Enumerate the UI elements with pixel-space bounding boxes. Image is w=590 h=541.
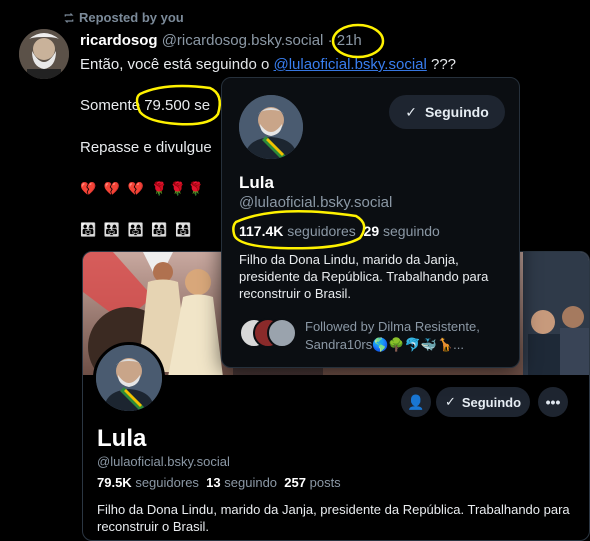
post-line-3: Repasse e divulgue: [80, 139, 212, 156]
post-header: ricardosog @ricardosog.bsky.social · 21h: [80, 32, 362, 49]
emoji-row-families: 👨‍👩‍👧 👨‍👩‍👧 👨‍👩‍👧 👨‍👩‍👧 👨‍👩‍👧: [80, 222, 194, 237]
followed-by-avatars: [239, 318, 297, 348]
profile-hover-card: ✓ Seguindo Lula @lulaoficial.bsky.social…: [221, 77, 520, 368]
check-icon: ✓: [444, 394, 456, 409]
more-options-button[interactable]: •••: [538, 387, 568, 417]
card-profile-bio: Filho da Dona Lindu, marido da Janja, pr…: [97, 502, 570, 534]
post-line1-prefix: Então, você está seguindo o: [80, 56, 270, 73]
card-following-label: Seguindo: [461, 394, 522, 410]
post-time[interactable]: 21h: [337, 32, 362, 49]
followed-by-line-2: Sandra10rs🌎🌳🐬🐳🦒...: [305, 337, 464, 352]
popup-profile-name[interactable]: Lula: [239, 173, 274, 193]
add-to-list-button[interactable]: 👤: [401, 387, 431, 417]
popup-profile-handle[interactable]: @lulaoficial.bsky.social: [239, 194, 392, 211]
ellipsis-icon: •••: [545, 394, 561, 410]
card-following-count[interactable]: 13: [206, 475, 220, 490]
repost-icon: [64, 12, 74, 23]
card-following-text[interactable]: seguindo: [224, 475, 277, 490]
popup-following-label: Seguindo: [424, 104, 489, 120]
popup-profile-stats: 117.4K seguidores 29 seguindo: [239, 223, 440, 239]
card-profile-stats: 79.5K seguidores 13 seguindo 257 posts: [97, 475, 341, 490]
popup-following-text[interactable]: seguindo: [383, 223, 440, 239]
popup-following-count[interactable]: 29: [364, 223, 380, 239]
repost-indicator: Reposted by you: [63, 10, 184, 25]
author-avatar[interactable]: [19, 29, 69, 79]
emoji-row-hearts: 💔 💔 💔 🌹🌹🌹: [80, 181, 206, 196]
card-profile-avatar[interactable]: [93, 342, 165, 414]
post-line-2: Somente 79.500 se: [80, 97, 211, 114]
person-plus-icon: 👤: [407, 393, 425, 410]
card-followers-label[interactable]: seguidores: [135, 475, 199, 490]
popup-profile-avatar[interactable]: [239, 95, 303, 159]
card-profile-handle: @lulaoficial.bsky.social: [97, 454, 230, 469]
mention-link[interactable]: @lulaoficial.bsky.social: [273, 56, 426, 73]
card-following-button[interactable]: ✓ Seguindo: [436, 387, 530, 417]
popup-followers-count[interactable]: 117.4K: [239, 223, 283, 239]
followed-by-text: Followed by Dilma Resistente, Sandra10rs…: [305, 318, 480, 354]
author-handle[interactable]: @ricardosog.bsky.social: [162, 32, 324, 49]
card-posts-label: posts: [309, 475, 341, 490]
check-icon: ✓: [405, 103, 417, 120]
popup-following-button[interactable]: ✓ Seguindo: [389, 95, 505, 129]
followed-by-section[interactable]: Followed by Dilma Resistente, Sandra10rs…: [239, 318, 509, 354]
post-line1-suffix: ???: [431, 56, 457, 73]
card-profile-name: Lula: [97, 425, 147, 452]
follower-avatar: [267, 318, 297, 348]
card-posts-count: 257: [284, 475, 306, 490]
repost-label: Reposted by you: [79, 10, 184, 25]
popup-profile-bio: Filho da Dona Lindu, marido da Janja, pr…: [239, 252, 489, 301]
popup-followers-label[interactable]: seguidores: [287, 223, 356, 239]
followed-by-line-1: Followed by Dilma Resistente,: [305, 319, 480, 334]
author-name[interactable]: ricardosog: [80, 32, 158, 49]
post-line-1: Então, você está seguindo o @lulaoficial…: [80, 56, 456, 73]
card-followers-count[interactable]: 79.5K: [97, 475, 132, 490]
